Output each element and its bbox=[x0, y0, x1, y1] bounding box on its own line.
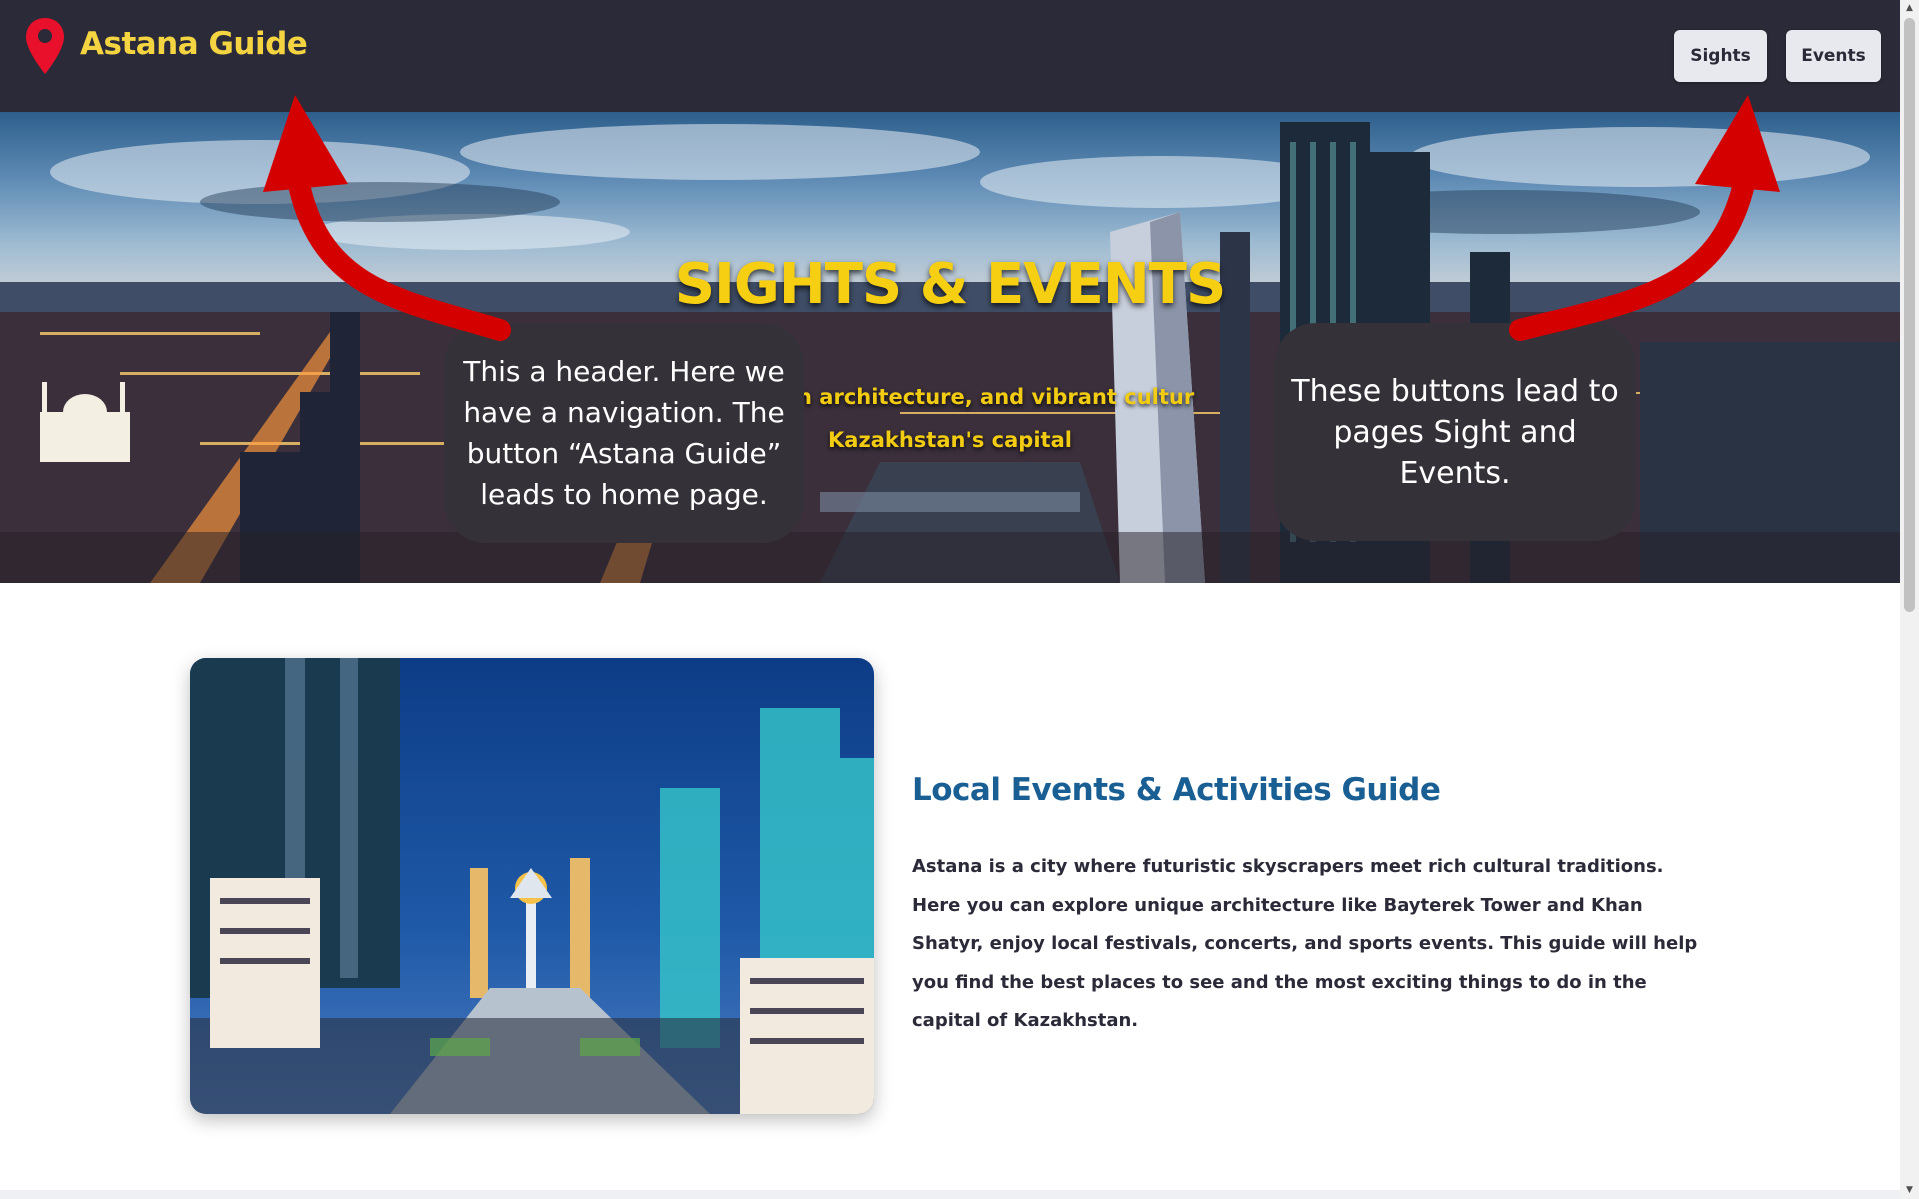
scroll-up-icon[interactable]: ▲ bbox=[1900, 0, 1919, 17]
home-link[interactable]: Astana Guide bbox=[24, 16, 308, 76]
scroll-thumb[interactable] bbox=[1904, 18, 1915, 612]
site-header: Astana Guide Sights Events bbox=[0, 0, 1900, 112]
annotation-nav-bubble: These buttons lead to pages Sight and Ev… bbox=[1274, 323, 1636, 541]
nav-sights-button[interactable]: Sights bbox=[1674, 30, 1767, 82]
section-description: Astana is a city where futuristic skyscr… bbox=[912, 856, 1698, 1031]
nav-events-button[interactable]: Events bbox=[1786, 30, 1881, 82]
scroll-down-icon[interactable]: ▼ bbox=[1900, 1182, 1919, 1199]
annotation-nav-text: These buttons lead to pages Sight and Ev… bbox=[1291, 373, 1619, 491]
hero-title: SIGHTS & EVENTS bbox=[674, 252, 1227, 317]
footer-strip bbox=[0, 1190, 1900, 1199]
annotation-header-text: This a header. Here we have a navigation… bbox=[463, 355, 785, 511]
location-pin-icon bbox=[24, 16, 66, 76]
annotation-header-bubble: This a header. Here we have a navigation… bbox=[444, 323, 804, 543]
brand-name: Astana Guide bbox=[80, 25, 308, 62]
page-scrollbar[interactable]: ▲ ▼ bbox=[1900, 0, 1919, 1199]
astana-cityscape-image bbox=[190, 658, 874, 1114]
section-title: Local Events & Activities Guide bbox=[912, 772, 1441, 808]
